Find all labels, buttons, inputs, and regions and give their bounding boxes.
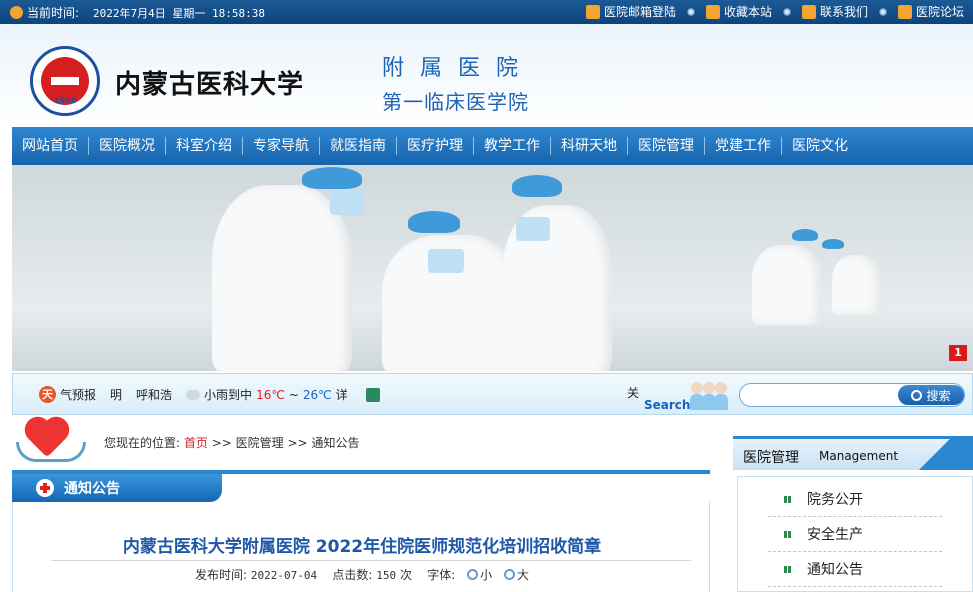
click-count: 150 <box>376 569 397 582</box>
contact-link[interactable]: 联系我们 <box>793 3 877 20</box>
article-title: 内蒙古医科大学附属医院 2022年住院医师规范化培训招收简章 <box>122 537 602 557</box>
bullet-icon <box>784 495 791 503</box>
rain-cloud-icon <box>186 389 201 400</box>
nurses-icon <box>689 378 729 410</box>
nav-item-overview[interactable]: 医院概况 <box>89 127 165 165</box>
weather-widget: 天 气预报 明 呼和浩 小雨到中 16℃ ~ 26℃ 详 <box>39 386 380 403</box>
sidebar-item-safety[interactable]: 安全生产 <box>768 517 942 552</box>
sidebar-menu: 院务公开 安全生产 通知公告 <box>737 476 973 592</box>
time-label: 当前时间: <box>27 6 80 20</box>
section-tab: 通知公告 <box>12 474 222 502</box>
sidebar-item-notices[interactable]: 通知公告 <box>768 552 942 587</box>
mail-icon <box>585 4 600 19</box>
nav-item-experts[interactable]: 专家导航 <box>243 127 319 165</box>
keyword-label: 关 <box>627 386 640 400</box>
sidebar-title-en: Management <box>819 449 899 463</box>
separator-icon <box>878 7 887 16</box>
top-bar: 当前时间: 2022年7月4日 星期一 18:58:38 医院邮箱登陆 收藏本站… <box>0 0 973 24</box>
temp-low: 16℃ <box>256 387 285 402</box>
weather-city: 呼和浩 <box>136 388 173 402</box>
forum-icon <box>897 4 912 19</box>
slide-indicator[interactable]: 1 <box>949 345 967 361</box>
weather-label: 气预报 <box>60 388 97 402</box>
heart-stethoscope-icon <box>12 420 88 464</box>
font-small-button[interactable]: 小 <box>480 568 492 582</box>
doctor-figure <box>832 255 882 315</box>
sidebar-header: 医院管理 Management <box>733 436 973 470</box>
nav-item-teaching[interactable]: 教学工作 <box>474 127 550 165</box>
breadcrumb-notices[interactable]: 通知公告 <box>311 436 359 450</box>
nav-item-culture[interactable]: 医院文化 <box>782 127 858 165</box>
phone-icon <box>801 4 816 19</box>
article-meta: 发布时间: 2022-07-04 点击数: 150 次 字体: 小 大 <box>195 568 529 582</box>
speaker-icon[interactable] <box>365 387 380 402</box>
time-value: 2022年7月4日 星期一 18:58:38 <box>93 6 266 20</box>
bullet-icon <box>784 530 791 538</box>
publish-date: 2022-07-04 <box>250 569 318 582</box>
hero-banner[interactable]: 1 <box>12 165 973 371</box>
weather-logo-icon: 天 <box>39 386 56 403</box>
current-time: 当前时间: 2022年7月4日 星期一 18:58:38 <box>10 4 265 21</box>
weather-detail-link[interactable]: 详 <box>336 386 348 403</box>
breadcrumb-management[interactable]: 医院管理 <box>236 436 284 450</box>
mail-login-link[interactable]: 医院邮箱登陆 <box>577 3 685 20</box>
nav-item-research[interactable]: 科研天地 <box>551 127 627 165</box>
nav-item-home[interactable]: 网站首页 <box>12 127 88 165</box>
zoom-out-icon <box>467 569 479 580</box>
search-icon <box>911 389 923 401</box>
bullet-icon <box>784 565 791 573</box>
nav-item-management[interactable]: 医院管理 <box>628 127 704 165</box>
main-nav: 网站首页 医院概况 科室介绍 专家导航 就医指南 医疗护理 教学工作 科研天地 … <box>12 127 973 165</box>
logo-year: 1958 <box>53 96 77 105</box>
search-label: Search <box>644 398 691 412</box>
sidebar-item-affairs[interactable]: 院务公开 <box>768 482 942 517</box>
breadcrumb: 您现在的位置: 首页 >> 医院管理 >> 通知公告 <box>104 436 360 450</box>
bookmark-link[interactable]: 收藏本站 <box>697 3 781 20</box>
search-button[interactable]: 搜索 <box>898 385 964 405</box>
site-header: 1958 内蒙古医科大学 附属医院 第一临床医学院 <box>0 24 973 126</box>
forum-link[interactable]: 医院论坛 <box>889 3 973 20</box>
sidebar-title: 医院管理 <box>743 450 799 466</box>
university-logo[interactable]: 1958 <box>30 46 100 116</box>
breadcrumb-home[interactable]: 首页 <box>184 436 208 450</box>
font-large-button[interactable]: 大 <box>517 568 529 582</box>
nav-item-party[interactable]: 党建工作 <box>705 127 781 165</box>
college-subtitle: 第一临床医学院 <box>382 90 529 114</box>
separator-icon <box>686 7 695 16</box>
separator-icon <box>782 7 791 16</box>
folder-icon <box>705 4 720 19</box>
clock-icon <box>10 6 23 19</box>
weather-day: 明 <box>110 388 123 402</box>
nav-item-guide[interactable]: 就医指南 <box>320 127 396 165</box>
weather-condition: 小雨到中 <box>204 388 253 402</box>
nav-item-departments[interactable]: 科室介绍 <box>166 127 242 165</box>
top-links: 医院邮箱登陆 收藏本站 联系我们 医院论坛 <box>577 3 973 20</box>
article-panel: 内蒙古医科大学附属医院 2022年住院医师规范化培训招收简章 发布时间: 202… <box>12 502 710 592</box>
university-name: 内蒙古医科大学 <box>115 70 305 100</box>
doctor-figure <box>752 245 822 325</box>
hospital-subtitle: 附属医院 <box>382 56 535 81</box>
section-title: 通知公告 <box>64 481 120 497</box>
medical-cross-icon <box>36 479 54 497</box>
weather-search-bar: 天 气预报 明 呼和浩 小雨到中 16℃ ~ 26℃ 详 关 Search 搜索 <box>12 373 973 415</box>
zoom-in-icon <box>503 569 515 580</box>
temp-high: 26℃ <box>302 387 332 402</box>
nav-item-nursing[interactable]: 医疗护理 <box>397 127 473 165</box>
